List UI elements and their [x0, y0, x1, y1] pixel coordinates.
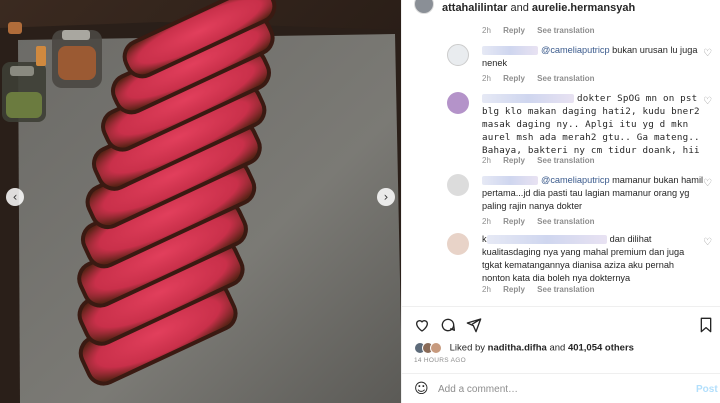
heart-icon[interactable]	[414, 317, 430, 333]
post-authors: attahalilintar and aurelie.hermansyah	[442, 2, 635, 14]
add-comment-bar: ☺ Post	[402, 373, 720, 403]
action-bar	[402, 306, 720, 346]
comment-body: kualitasdaging nya yang mahal premium da…	[482, 247, 685, 283]
avatar[interactable]	[414, 0, 434, 14]
author-link-2[interactable]: aurelie.hermansyah	[532, 2, 635, 14]
reply-button[interactable]: Reply	[503, 26, 525, 35]
comment-time: 2h	[482, 285, 491, 294]
authors-and: and	[510, 2, 529, 14]
username-initial[interactable]: k	[482, 234, 487, 244]
reply-button[interactable]: Reply	[503, 74, 525, 83]
comment-text: @cameliaputricp mamanur bukan hamil pert…	[482, 174, 704, 213]
avatar[interactable]	[447, 92, 469, 114]
chevron-left-icon[interactable]: ‹	[6, 188, 24, 206]
comment-time: 2h	[482, 217, 491, 226]
emoji-icon[interactable]: ☺	[414, 381, 429, 397]
see-translation-button[interactable]: See translation	[537, 285, 594, 294]
bookmark-icon[interactable]	[698, 317, 714, 333]
comment-time: 2h	[482, 26, 491, 35]
post-timestamp: 14 HOURS AGO	[414, 357, 467, 364]
avatar[interactable]	[447, 233, 469, 255]
jar-right	[52, 30, 102, 88]
avatar[interactable]	[447, 44, 469, 66]
username-blurred[interactable]	[482, 94, 574, 103]
author-link-1[interactable]: attahalilintar	[442, 2, 507, 14]
post-header: attahalilintar and aurelie.hermansyah	[402, 0, 720, 18]
post-button[interactable]: Post	[696, 384, 718, 395]
comment-time: 2h	[482, 156, 491, 165]
heart-icon[interactable]: ♡	[703, 48, 712, 59]
see-translation-button[interactable]: See translation	[537, 74, 594, 83]
see-translation-button[interactable]: See translation	[537, 26, 594, 35]
comment-text: @cameliaputricp bukan urusan lu juga nen…	[482, 44, 704, 70]
username-blurred[interactable]	[486, 235, 607, 245]
reply-button[interactable]: Reply	[503, 217, 525, 226]
comment-icon[interactable]	[440, 317, 456, 333]
avatar[interactable]	[447, 174, 469, 196]
share-icon[interactable]	[466, 317, 482, 333]
comment-text: dokter SpOG mn on pst blg klo makan dagi…	[482, 92, 704, 157]
liked-by-label: Liked by	[449, 342, 486, 354]
comment-meta: 2h Reply See translation	[482, 285, 605, 294]
comment-body-line1: dokter SpOG mn	[577, 93, 658, 104]
mention-link[interactable]: @cameliaputricp	[541, 45, 610, 55]
comment-time: 2h	[482, 74, 491, 83]
comment-meta: 2h Reply See translation	[482, 26, 605, 35]
comment-meta: 2h Reply See translation	[482, 74, 605, 83]
reply-button[interactable]: Reply	[503, 285, 525, 294]
post-image[interactable]: ‹ ›	[0, 0, 401, 403]
see-translation-button[interactable]: See translation	[537, 217, 594, 226]
mention-link[interactable]: @cameliaputricp	[541, 175, 610, 185]
liker-avatars	[414, 342, 444, 354]
reply-button[interactable]: Reply	[503, 156, 525, 165]
heart-icon[interactable]: ♡	[703, 178, 712, 189]
chevron-right-icon[interactable]: ›	[377, 188, 395, 206]
comments-panel: attahalilintar and aurelie.hermansyah 2h…	[401, 0, 720, 403]
likes-and: and	[549, 342, 566, 354]
comment-meta: 2h Reply See translation	[482, 156, 605, 165]
comment-input[interactable]	[438, 382, 678, 396]
username-blurred[interactable]	[482, 46, 538, 56]
comment-body-line1: dan dilihat	[609, 234, 652, 244]
jar-left	[2, 62, 46, 122]
comment-text: k dan dilihat kualitasdaging nya yang mah…	[482, 233, 704, 285]
comment-meta: 2h Reply See translation	[482, 217, 605, 226]
likes-summary[interactable]: Liked by naditha.difha and 401,054 other…	[414, 342, 634, 356]
liker-username[interactable]: naditha.difha	[488, 343, 547, 354]
heart-icon[interactable]: ♡	[703, 237, 712, 248]
likes-count[interactable]: 401,054 others	[568, 343, 634, 354]
username-blurred[interactable]	[482, 176, 538, 186]
avatar	[430, 342, 442, 354]
see-translation-button[interactable]: See translation	[537, 156, 594, 165]
steak-photo	[0, 0, 401, 403]
heart-icon[interactable]: ♡	[703, 96, 712, 107]
